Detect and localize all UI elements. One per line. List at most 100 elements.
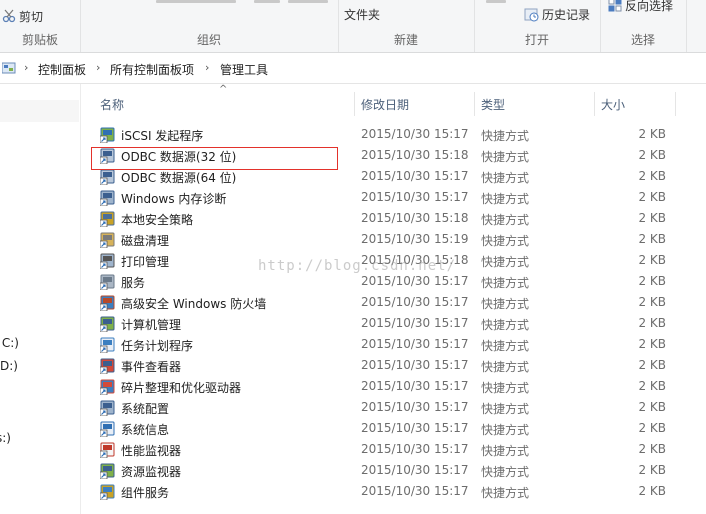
firewall-icon (99, 295, 116, 312)
truncated-ribbon-text (486, 0, 506, 3)
file-type: 快捷方式 (481, 171, 530, 185)
file-name: 服务 (121, 276, 146, 290)
file-size: 2 KB (638, 400, 666, 414)
breadcrumb-all-control-panel-items[interactable]: 所有控制面板项 (110, 61, 194, 78)
file-name: 资源监视器 (121, 465, 182, 479)
iscsi-icon (99, 127, 116, 144)
file-name: 碎片整理和优化驱动器 (121, 381, 242, 395)
file-size: 2 KB (638, 463, 666, 477)
column-header-type[interactable]: 类型 (481, 92, 591, 120)
resource-monitor-icon (99, 463, 116, 480)
file-name: 组件服务 (121, 486, 170, 500)
ribbon-group-new: 文件夹 新建 (338, 0, 475, 52)
nav-drive-c[interactable]: : C:) (0, 336, 19, 350)
file-name: 高级安全 Windows 防火墙 (121, 297, 267, 311)
file-row[interactable]: 资源监视器 2015/10/30 15:17 快捷方式 2 KB (96, 460, 676, 481)
file-name: 磁盘清理 (121, 234, 170, 248)
invert-selection-button[interactable]: 反向选择 (608, 0, 673, 15)
file-row[interactable]: 性能监视器 2015/10/30 15:17 快捷方式 2 KB (96, 439, 676, 460)
file-type: 快捷方式 (481, 276, 530, 290)
file-row[interactable]: 组件服务 2015/10/30 15:17 快捷方式 2 KB (96, 481, 676, 502)
ribbon-group-open: 历史记录 打开 (474, 0, 601, 52)
column-header-size[interactable]: 大小 (601, 92, 671, 120)
file-row[interactable]: 系统信息 2015/10/30 15:17 快捷方式 2 KB (96, 418, 676, 439)
breadcrumb-separator-icon[interactable]: › (96, 61, 100, 74)
column-divider[interactable] (354, 92, 355, 116)
address-bar[interactable]: › 控制面板 › 所有控制面板项 › 管理工具 (0, 53, 706, 84)
file-date: 2015/10/30 15:17 (361, 127, 469, 141)
file-size: 2 KB (638, 211, 666, 225)
task-scheduler-icon (99, 337, 116, 354)
invert-selection-icon (608, 0, 622, 15)
file-size: 2 KB (638, 169, 666, 183)
group-label-clipboard: 剪贴板 (21, 33, 58, 47)
file-row[interactable]: 系统配置 2015/10/30 15:17 快捷方式 2 KB (96, 397, 676, 418)
breadcrumb-admin-tools[interactable]: 管理工具 (220, 61, 268, 78)
file-size: 2 KB (638, 148, 666, 162)
file-type: 快捷方式 (481, 192, 530, 206)
breadcrumb-control-panel[interactable]: 控制面板 (38, 61, 86, 78)
file-date: 2015/10/30 15:17 (361, 190, 469, 204)
ribbon: 剪切 剪贴板 组织 文件夹 新建 历史记录 打开 反向选择 选择 (0, 0, 706, 53)
file-type: 快捷方式 (481, 213, 530, 227)
file-row[interactable]: 高级安全 Windows 防火墙 2015/10/30 15:17 快捷方式 2 KB (96, 292, 676, 313)
file-date: 2015/10/30 15:17 (361, 316, 469, 330)
nav-drive-d[interactable]: D:) (0, 359, 18, 373)
group-label-organize: 组织 (196, 33, 221, 47)
file-size: 2 KB (638, 421, 666, 435)
file-type: 快捷方式 (481, 297, 530, 311)
file-row[interactable]: 计算机管理 2015/10/30 15:17 快捷方式 2 KB (96, 313, 676, 334)
file-size: 2 KB (638, 442, 666, 456)
breadcrumb-separator-icon[interactable]: › (205, 61, 209, 74)
ribbon-group-clipboard: 剪切 剪贴板 (0, 0, 81, 52)
cut-label: 剪切 (19, 10, 44, 24)
column-divider[interactable] (675, 92, 676, 116)
file-name: 计算机管理 (121, 318, 182, 332)
group-label-open: 打开 (524, 33, 549, 47)
system-config-icon (99, 400, 116, 417)
control-panel-icon (1, 61, 16, 78)
file-row[interactable]: Windows 内存诊断 2015/10/30 15:17 快捷方式 2 KB (96, 187, 676, 208)
column-divider[interactable] (474, 92, 475, 116)
file-name: ODBC 数据源(64 位) (121, 171, 237, 185)
file-row[interactable]: 磁盘清理 2015/10/30 15:19 快捷方式 2 KB (96, 229, 676, 250)
file-name: iSCSI 发起程序 (121, 129, 204, 143)
file-row[interactable]: 任务计划程序 2015/10/30 15:17 快捷方式 2 KB (96, 334, 676, 355)
file-name: 系统配置 (121, 402, 170, 416)
file-size: 2 KB (638, 295, 666, 309)
file-date: 2015/10/30 15:17 (361, 463, 469, 477)
file-date: 2015/10/30 15:17 (361, 442, 469, 456)
new-folder-label: 文件夹 (344, 8, 381, 22)
file-size: 2 KB (638, 232, 666, 246)
file-row[interactable]: iSCSI 发起程序 2015/10/30 15:17 快捷方式 2 KB (96, 124, 676, 145)
breadcrumb-separator-icon[interactable]: › (24, 61, 28, 74)
ribbon-group-select: 反向选择 选择 (600, 0, 687, 52)
column-header-date[interactable]: 修改日期 (361, 92, 471, 120)
new-folder-button[interactable]: 文件夹 (344, 6, 380, 23)
file-row[interactable]: 事件查看器 2015/10/30 15:17 快捷方式 2 KB (96, 355, 676, 376)
column-header-name[interactable]: 名称 (100, 92, 350, 120)
file-name: 系统信息 (121, 423, 170, 437)
file-name: Windows 内存诊断 (121, 192, 227, 206)
memory-diagnostic-icon (99, 190, 116, 207)
file-row[interactable]: 碎片整理和优化驱动器 2015/10/30 15:17 快捷方式 2 KB (96, 376, 676, 397)
nav-selected-item[interactable] (0, 100, 79, 122)
file-row[interactable]: 服务 2015/10/30 15:17 快捷方式 2 KB (96, 271, 676, 292)
file-date: 2015/10/30 15:18 (361, 211, 469, 225)
file-type: 快捷方式 (481, 234, 530, 248)
history-label: 历史记录 (542, 8, 591, 22)
file-date: 2015/10/30 15:17 (361, 484, 469, 498)
file-type: 快捷方式 (481, 129, 530, 143)
nav-drive-s[interactable]: s:) (0, 431, 11, 445)
ribbon-group-organize: 组织 (80, 0, 339, 52)
history-button[interactable]: 历史记录 (524, 6, 590, 25)
file-row[interactable]: 本地安全策略 2015/10/30 15:18 快捷方式 2 KB (96, 208, 676, 229)
file-date: 2015/10/30 15:17 (361, 295, 469, 309)
file-date: 2015/10/30 15:17 (361, 337, 469, 351)
file-type: 快捷方式 (481, 318, 530, 332)
column-divider[interactable] (594, 92, 595, 116)
file-name: 本地安全策略 (121, 213, 194, 227)
truncated-ribbon-text (288, 0, 328, 3)
cut-button[interactable]: 剪切 (2, 8, 43, 26)
file-size: 2 KB (638, 337, 666, 351)
